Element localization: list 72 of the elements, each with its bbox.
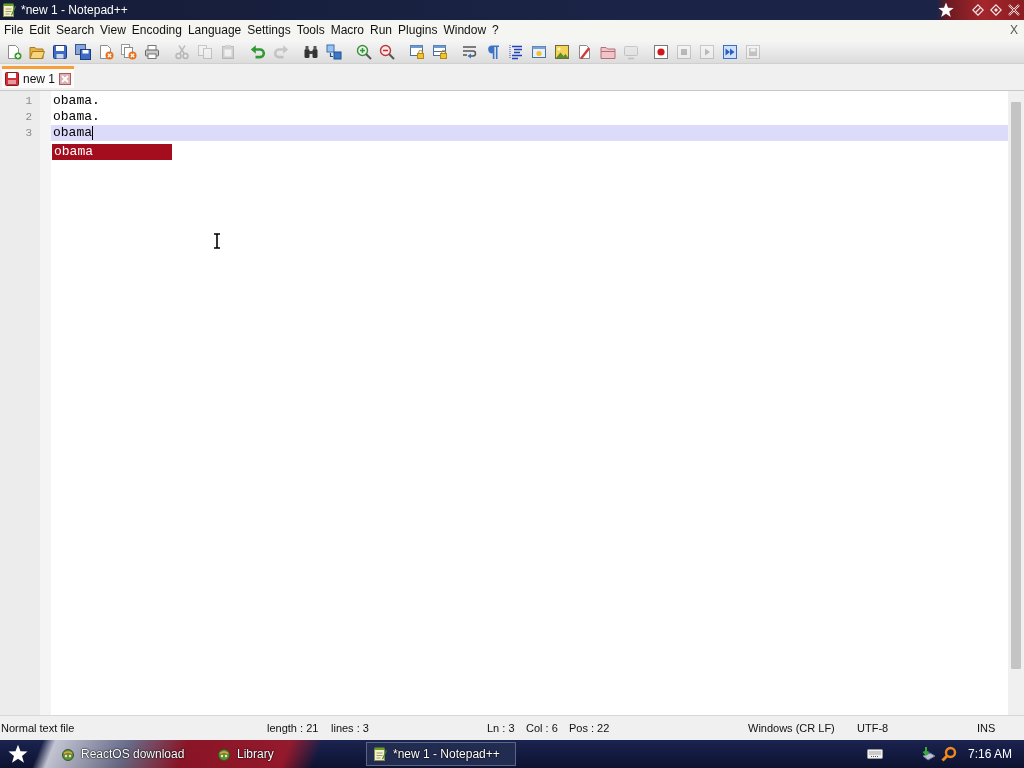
code-line: obama. <box>53 109 100 125</box>
zoom-out-icon[interactable] <box>378 43 395 60</box>
keyboard-icon[interactable] <box>866 749 883 759</box>
printer-icon[interactable] <box>143 43 160 60</box>
binoculars-icon[interactable] <box>302 43 319 60</box>
taskbar-button[interactable]: Library <box>210 742 360 766</box>
zoom-in-icon[interactable] <box>355 43 372 60</box>
app-icon <box>217 747 231 761</box>
file-type-label: Normal text file <box>1 722 76 734</box>
menu-item[interactable]: Plugins <box>395 21 441 39</box>
insert-mode-label: INS <box>977 722 996 734</box>
line-label: Ln : 3 <box>487 722 516 734</box>
window-icon[interactable] <box>530 43 547 60</box>
menu-item[interactable]: Run <box>367 21 396 39</box>
replace-icon[interactable] <box>325 43 342 60</box>
autocomplete-item[interactable]: obama <box>52 144 172 160</box>
tab[interactable]: new 1 <box>2 66 75 88</box>
clock[interactable]: 7:16 AM <box>967 747 1012 761</box>
encoding-label: UTF-8 <box>857 722 889 734</box>
record-icon[interactable] <box>652 43 669 60</box>
menu-item[interactable]: File <box>1 21 27 39</box>
maximize-icon[interactable] <box>990 4 1002 16</box>
line-number: 2 <box>25 110 32 125</box>
download-arrow-icon[interactable] <box>920 746 936 762</box>
column-label: Col : 6 <box>526 722 559 734</box>
notepad-icon <box>2 3 16 17</box>
star-icon <box>938 2 954 18</box>
code-line: obama. <box>53 93 100 109</box>
minimize-icon[interactable] <box>972 4 984 16</box>
code-line: obama <box>53 125 92 141</box>
window-title: *new 1 - Notepad++ <box>21 3 129 17</box>
editor-area[interactable]: obama. obama. obama obama <box>51 91 1008 715</box>
taskbar-button[interactable]: ReactOS download <box>54 742 204 766</box>
line-number: 1 <box>25 94 32 109</box>
position-label: Pos : 22 <box>569 722 610 734</box>
floppy-disks-icon[interactable] <box>74 43 91 60</box>
menu-item[interactable]: Settings <box>244 21 294 39</box>
scrollbar-thumb[interactable] <box>1011 102 1021 669</box>
taskbar-button[interactable]: *new 1 - Notepad++ <box>366 742 516 766</box>
pages-cross-icon[interactable] <box>120 43 137 60</box>
menu-item[interactable]: Edit <box>26 21 54 39</box>
notepad-icon <box>373 747 387 761</box>
undo-icon[interactable] <box>249 43 266 60</box>
i-beam-cursor-icon <box>213 233 221 249</box>
menu-item[interactable]: Tools <box>293 21 328 39</box>
line-number: 3 <box>25 126 32 141</box>
magnifier-icon[interactable] <box>940 746 957 762</box>
menu-item[interactable]: View <box>97 21 129 39</box>
page-cross-icon[interactable] <box>97 43 114 60</box>
close-icon[interactable] <box>1008 4 1020 16</box>
word-wrap-icon[interactable] <box>461 43 478 60</box>
indent-lines-icon[interactable] <box>507 43 524 60</box>
length-label: length : 21 <box>267 722 320 734</box>
page-pen-icon[interactable] <box>576 43 593 60</box>
text-caret <box>92 126 93 140</box>
app-icon <box>61 747 75 761</box>
eol-label: Windows (CR LF) <box>748 722 835 734</box>
lines-label: lines : 3 <box>331 722 369 734</box>
window-lock-icon[interactable] <box>431 43 448 60</box>
menu-item[interactable]: Encoding <box>128 21 185 39</box>
close-document-button[interactable]: X <box>1009 22 1019 38</box>
fast-forward-icon[interactable] <box>721 43 738 60</box>
menu-item[interactable]: Language <box>184 21 245 39</box>
picture-icon[interactable] <box>553 43 570 60</box>
close-icon[interactable] <box>59 72 72 85</box>
menu-item[interactable]: Macro <box>327 21 367 39</box>
window-lock-icon[interactable] <box>408 43 425 60</box>
menu-item[interactable]: Window <box>440 21 490 39</box>
menu-item[interactable]: Search <box>53 21 98 39</box>
star-icon[interactable] <box>8 744 28 764</box>
page-plus-icon[interactable] <box>5 43 22 60</box>
menu-item[interactable]: ? <box>489 21 502 39</box>
